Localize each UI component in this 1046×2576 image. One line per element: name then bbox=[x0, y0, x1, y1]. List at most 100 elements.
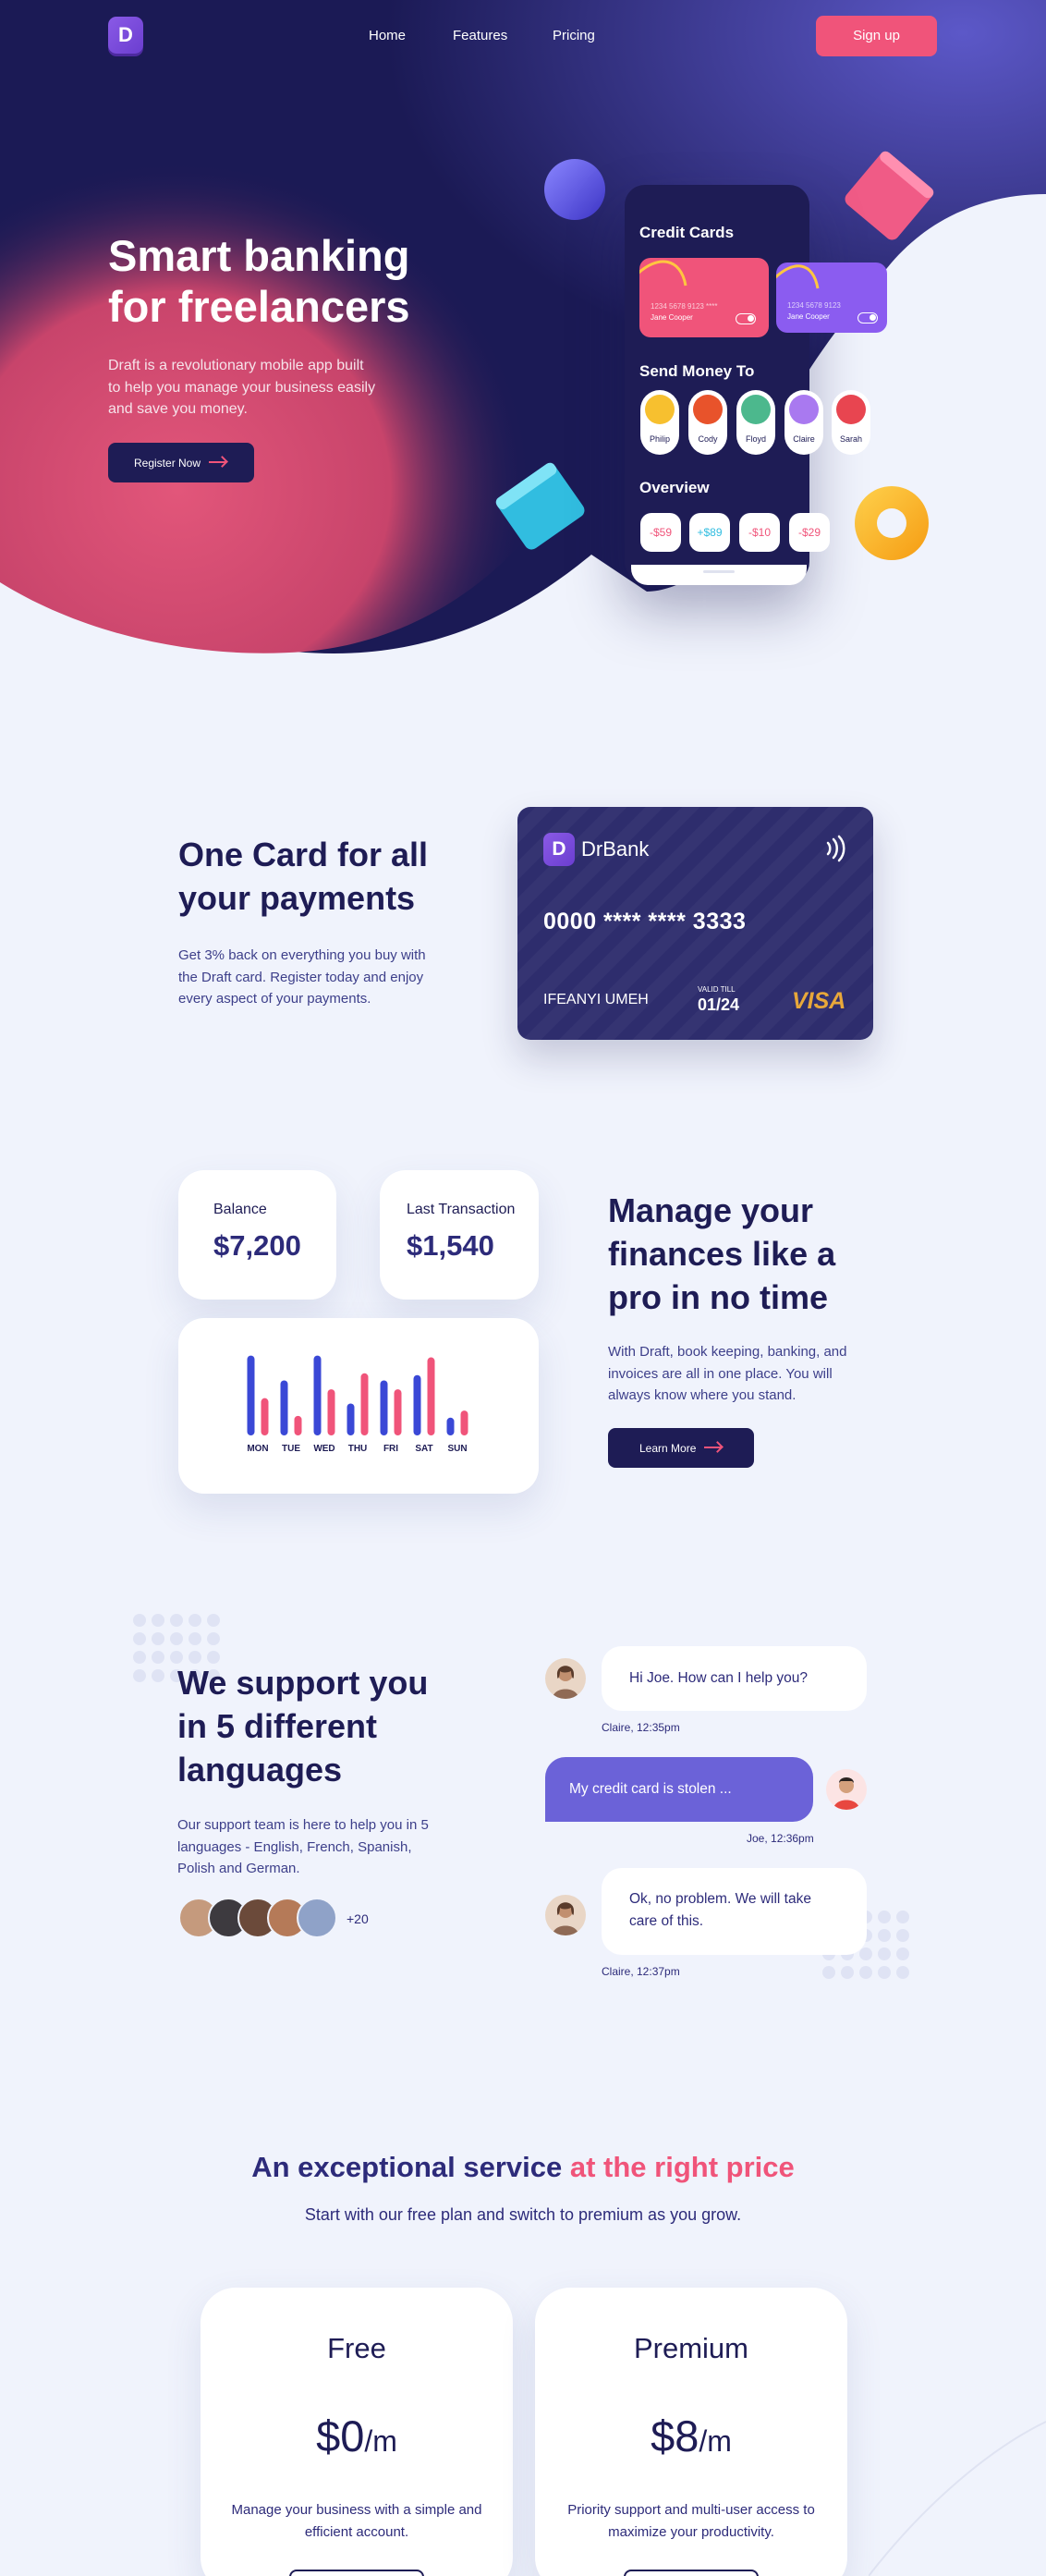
contact-name: Cody bbox=[698, 434, 718, 444]
plan-card-free: Free $0/m Manage your business with a si… bbox=[201, 2288, 513, 2576]
avatar bbox=[789, 395, 819, 424]
choose-plan-button[interactable] bbox=[289, 2570, 424, 2576]
learn-more-button[interactable]: Learn More bbox=[608, 1428, 754, 1468]
pricing-subtitle: Start with our free plan and switch to p… bbox=[304, 2205, 742, 2224]
card-number: 1234 5678 9123 bbox=[787, 301, 841, 310]
arrow-right-icon bbox=[704, 1447, 721, 1448]
chart-bar-fri-2 bbox=[394, 1389, 402, 1435]
contactless-icon bbox=[826, 835, 845, 862]
nav-pricing-link[interactable]: Pricing bbox=[553, 28, 595, 43]
chart-bar-mon-1 bbox=[247, 1355, 255, 1435]
last-transaction-card: Last Transaction $1,540 bbox=[380, 1170, 539, 1300]
last-transaction-value: $1,540 bbox=[407, 1229, 494, 1262]
chart-tick-label: SUN bbox=[447, 1444, 467, 1454]
card-number: 0000 **** **** 3333 bbox=[543, 909, 747, 934]
signup-button[interactable]: Sign up bbox=[816, 16, 937, 56]
chart-bar-thu-1 bbox=[347, 1403, 355, 1435]
valid-till-label: VALID TILL bbox=[698, 985, 736, 994]
mini-card-purple[interactable]: 1234 5678 9123 Jane Cooper bbox=[776, 262, 887, 333]
balance-value: $7,200 bbox=[213, 1229, 301, 1262]
contact-floyd[interactable]: Floyd bbox=[736, 390, 775, 455]
chart-bar-mon-2 bbox=[261, 1398, 269, 1435]
brand-logo[interactable]: D bbox=[108, 17, 143, 54]
chart-tick-label: SAT bbox=[415, 1444, 432, 1454]
chart-bar-wed-2 bbox=[327, 1389, 335, 1435]
hero-section: D Home Features Pricing Sign up Smart ba… bbox=[0, 0, 1046, 702]
chat-message-received: Ok, no problem. We will take care of thi… bbox=[602, 1868, 867, 1955]
agent-avatar bbox=[297, 1898, 337, 1938]
home-indicator bbox=[703, 570, 735, 573]
chart-bar-sat-2 bbox=[427, 1357, 435, 1435]
chart-bar-sun-2 bbox=[460, 1410, 468, 1435]
overview-pill[interactable]: +$89 bbox=[689, 513, 730, 552]
plan-description: Manage your business with a simple and e… bbox=[231, 2502, 482, 2540]
plan-name: Free bbox=[327, 2332, 386, 2364]
chart-bar-wed-1 bbox=[313, 1355, 322, 1435]
overview-heading: Overview bbox=[639, 479, 710, 496]
card-holder: Jane Cooper bbox=[787, 312, 830, 321]
person-icon bbox=[553, 1666, 578, 1699]
chart-tick-label: MON bbox=[247, 1444, 268, 1454]
plan-price: $0/m bbox=[316, 2411, 397, 2460]
avatar bbox=[741, 395, 771, 424]
overview-pill[interactable]: -$59 bbox=[640, 513, 681, 552]
register-now-button[interactable]: Register Now bbox=[108, 443, 254, 482]
contact-sarah[interactable]: Sarah bbox=[832, 390, 870, 455]
claire-avatar bbox=[545, 1658, 586, 1699]
mini-card-pink[interactable]: 1234 5678 9123 **** Jane Cooper bbox=[639, 258, 769, 337]
top-nav: D Home Features Pricing Sign up bbox=[0, 0, 1046, 70]
send-money-heading: Send Money To bbox=[639, 362, 755, 380]
pricing-title: An exceptional service at the right pric… bbox=[0, 2151, 1046, 2184]
pricing-title-accent: at the right price bbox=[569, 2151, 795, 2183]
overview-pill[interactable]: -$29 bbox=[789, 513, 830, 552]
register-now-label: Register Now bbox=[134, 456, 201, 470]
nav-home-link[interactable]: Home bbox=[369, 28, 406, 43]
chart-bar-tue-2 bbox=[294, 1415, 302, 1435]
valid-till-date: 01/24 bbox=[698, 995, 740, 1014]
balance-label: Balance bbox=[213, 1202, 267, 1217]
contact-cody[interactable]: Cody bbox=[688, 390, 727, 455]
chart-tick-label: WED bbox=[313, 1444, 334, 1454]
support-body: Our support team is here to help you in … bbox=[177, 1817, 429, 1876]
credit-cards-heading: Credit Cards bbox=[639, 224, 735, 241]
phone-home-bar bbox=[631, 565, 807, 585]
avatar bbox=[836, 395, 866, 424]
nav-features-link[interactable]: Features bbox=[453, 28, 507, 43]
visa-logo: VISA bbox=[792, 988, 846, 1014]
chat-meta: Joe, 12:36pm bbox=[747, 1832, 814, 1845]
pricing-title-main: An exceptional service bbox=[251, 2151, 563, 2183]
card-toggle[interactable] bbox=[857, 312, 878, 324]
card-toggle[interactable] bbox=[736, 313, 756, 324]
overview-pill[interactable]: -$10 bbox=[739, 513, 780, 552]
one-card-title: One Card for all your payments bbox=[178, 836, 429, 917]
contact-name: Claire bbox=[793, 434, 815, 444]
chart-bar-sun-1 bbox=[446, 1417, 455, 1435]
chart-bar-fri-1 bbox=[380, 1380, 388, 1435]
weekly-chart-card: MON TUE WED THU FRI SAT SUN bbox=[178, 1318, 539, 1494]
learn-more-label: Learn More bbox=[639, 1441, 697, 1455]
contact-claire[interactable]: Claire bbox=[784, 390, 823, 455]
manage-title: Manage your finances like a pro in no ti… bbox=[608, 1191, 836, 1316]
card-logo: D bbox=[543, 833, 575, 866]
chat-meta: Claire, 12:37pm bbox=[602, 1965, 680, 1978]
bank-card[interactable]: D DrBank 0000 **** **** 3333 IFEANYI UME… bbox=[517, 807, 873, 1040]
card-swirl-icon bbox=[639, 260, 687, 287]
choose-plan-button[interactable] bbox=[624, 2570, 759, 2576]
avatar bbox=[645, 395, 675, 424]
support-title: We support you in 5 different languages bbox=[177, 1664, 429, 1789]
hero-title: Smart banking for freelancers bbox=[108, 231, 410, 331]
plan-card-premium: Premium $8/m Priority support and multi-… bbox=[535, 2288, 847, 2576]
chart-bar-thu-2 bbox=[360, 1373, 369, 1435]
contact-philip[interactable]: Philip bbox=[640, 390, 679, 455]
joe-avatar bbox=[826, 1769, 867, 1810]
contact-name: Philip bbox=[649, 434, 670, 444]
more-agents-count: +20 bbox=[347, 1911, 369, 1926]
last-transaction-label: Last Transaction bbox=[407, 1202, 516, 1217]
chat-message-received: Hi Joe. How can I help you? bbox=[602, 1646, 867, 1711]
manage-body: With Draft, book keeping, banking, and i… bbox=[608, 1344, 847, 1403]
hero-subtitle: Draft is a revolutionary mobile app buil… bbox=[108, 358, 376, 417]
balance-card: Balance $7,200 bbox=[178, 1170, 336, 1300]
card-brand: DrBank bbox=[581, 837, 650, 861]
one-card-body: Get 3% back on everything you buy with t… bbox=[178, 947, 426, 1007]
weekly-bar-chart: MON TUE WED THU FRI SAT SUN bbox=[247, 1355, 468, 1454]
